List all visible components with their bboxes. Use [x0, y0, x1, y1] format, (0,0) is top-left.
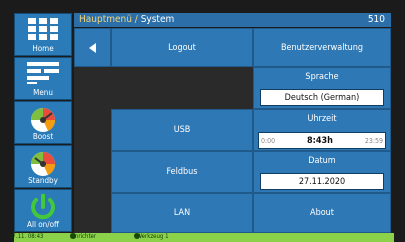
power-icon: [31, 194, 55, 220]
sidebar-item-label: Home: [32, 44, 54, 53]
station-id: 510: [367, 14, 385, 25]
breadcrumb-separator: /: [134, 14, 138, 25]
back-triangle-icon: [88, 42, 96, 53]
breadcrumb: Hauptmenü / System: [79, 14, 174, 25]
sidebar-item-label: Standby: [28, 176, 58, 185]
empty-area: [74, 193, 111, 233]
about-button[interactable]: About: [253, 193, 391, 233]
usb-button[interactable]: USB: [111, 109, 253, 151]
time-title: Uhrzeit: [307, 114, 337, 124]
time-min: 0:00: [261, 136, 276, 145]
sidebar-item-boost[interactable]: Boost: [14, 101, 72, 144]
breadcrumb-current: System: [140, 14, 175, 25]
language-title: Sprache: [305, 72, 339, 82]
usb-label: USB: [173, 125, 191, 135]
date-panel: Datum 27.11.2020: [253, 151, 391, 193]
sidebar: Home Menu Boost Standby All on/off: [14, 13, 72, 233]
time-max: 23:59: [364, 136, 383, 145]
breadcrumb-main[interactable]: Hauptmenü: [79, 14, 132, 25]
menu-list-icon: [27, 62, 59, 84]
date-field[interactable]: 27.11.2020: [260, 173, 384, 190]
time-slider[interactable]: 0:00 8:43h 23:59: [258, 132, 386, 149]
sidebar-item-label: Menu: [33, 88, 53, 97]
logout-button[interactable]: Logout: [111, 28, 253, 67]
grid-icon: [28, 18, 58, 40]
language-panel: Sprache Deutsch (German): [253, 67, 391, 109]
title-bar: Hauptmenü / System 510: [74, 13, 391, 27]
lan-button[interactable]: LAN: [111, 193, 253, 233]
status-bar: 27.11. 08:43 Einrichter *Werkzeug 1: [9, 233, 394, 242]
setup-label: Einrichter: [70, 233, 97, 240]
sidebar-item-label: Boost: [32, 132, 54, 141]
empty-area: [74, 67, 253, 109]
status-timestamp: 27.11. 08:43: [9, 233, 44, 240]
lan-label: LAN: [173, 208, 191, 218]
boost-gauge-icon: [31, 108, 56, 132]
sidebar-item-standby[interactable]: Standby: [14, 145, 72, 188]
language-select[interactable]: Deutsch (German): [260, 89, 384, 106]
user-admin-label: Benutzerverwaltung: [280, 42, 364, 53]
user-admin-button[interactable]: Benutzerverwaltung: [253, 28, 391, 67]
sidebar-item-all-on-off[interactable]: All on/off: [14, 189, 72, 232]
time-panel: Uhrzeit 0:00 8:43h 23:59: [253, 109, 391, 151]
sidebar-item-label: All on/off: [27, 220, 59, 229]
back-button[interactable]: [74, 28, 111, 67]
language-value: Deutsch (German): [284, 92, 360, 103]
sidebar-item-menu[interactable]: Menu: [14, 57, 72, 100]
standby-gauge-icon: [31, 152, 56, 176]
time-value: 8:43h: [307, 135, 333, 146]
fieldbus-button[interactable]: Feldbus: [111, 151, 253, 193]
logout-label: Logout: [168, 42, 196, 53]
empty-area: [74, 151, 111, 193]
tool-label: *Werkzeug 1: [134, 233, 169, 240]
date-value: 27.11.2020: [298, 176, 346, 187]
fieldbus-label: Feldbus: [166, 167, 198, 177]
empty-area: [74, 109, 111, 151]
about-label: About: [310, 208, 334, 218]
sidebar-item-home[interactable]: Home: [14, 13, 72, 56]
date-title: Datum: [308, 156, 336, 166]
